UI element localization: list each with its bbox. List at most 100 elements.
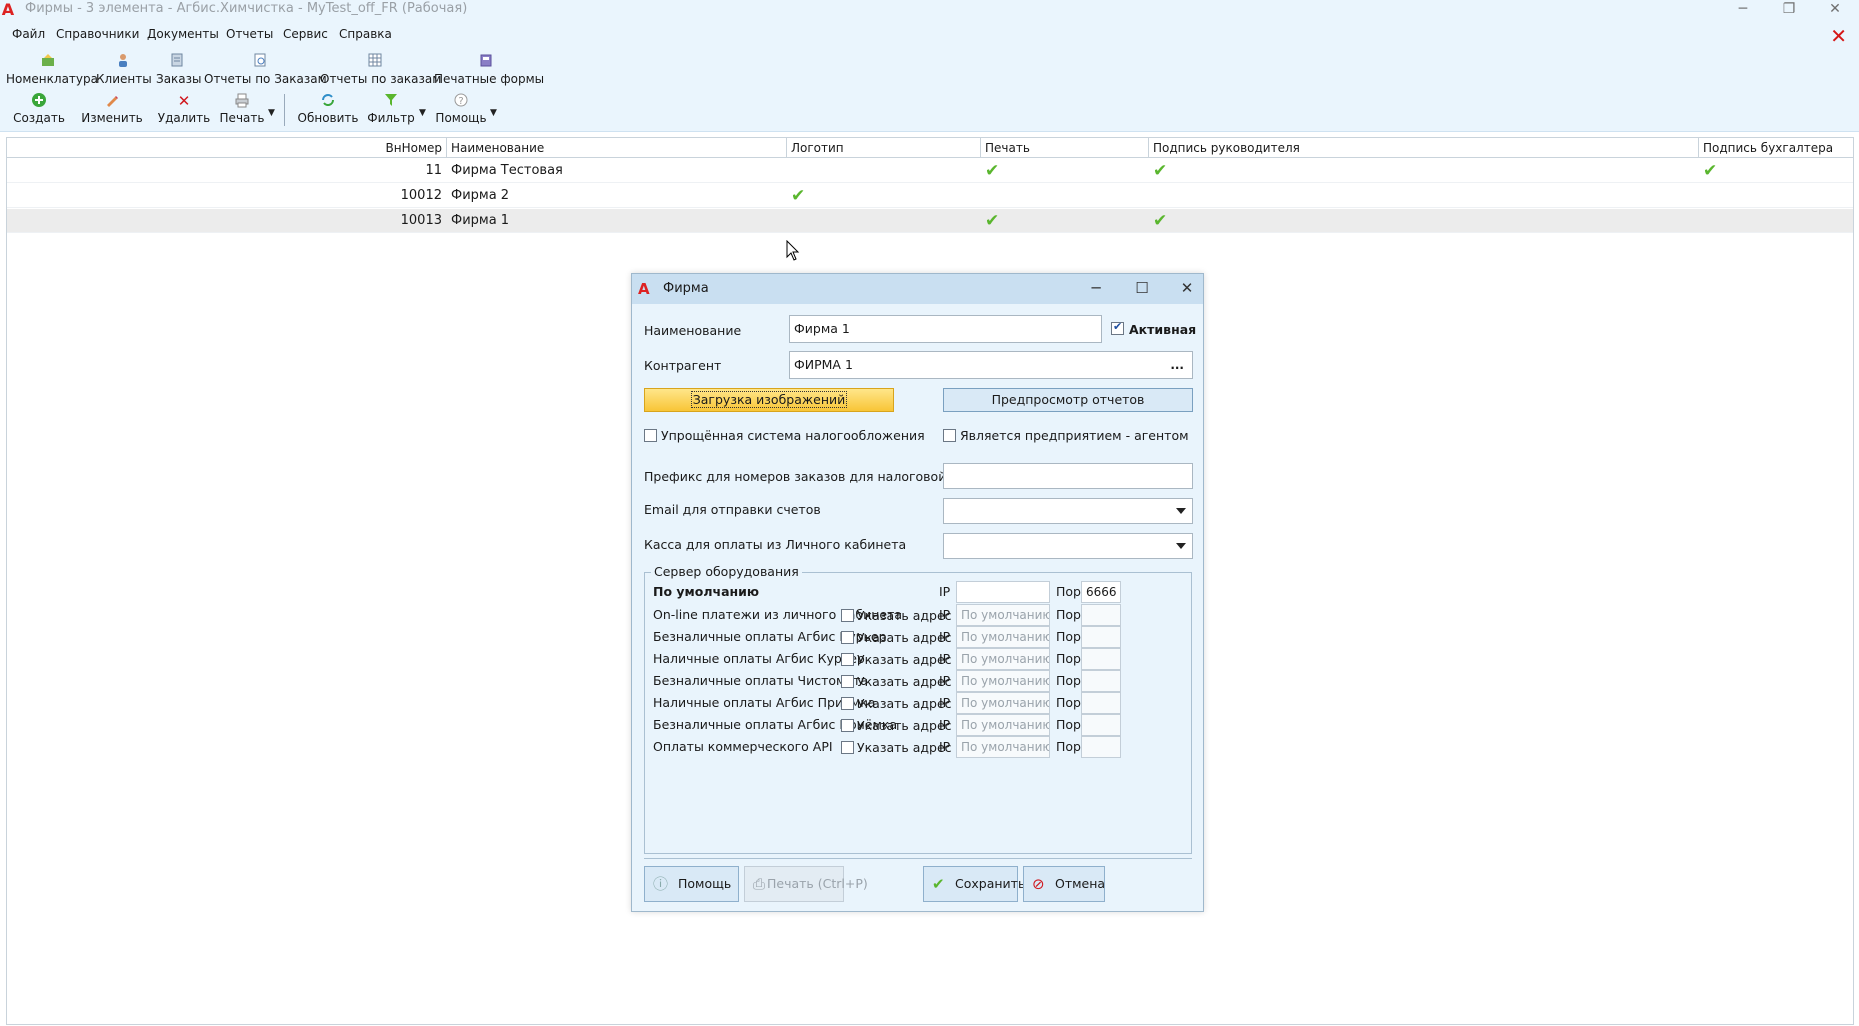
filter-dropdown-icon[interactable]: ▼ [419, 108, 429, 118]
cell-name: Фирма 2 [451, 188, 510, 203]
nav-order-reports-table-button[interactable]: Отчеты по заказам [320, 50, 441, 88]
ip-input[interactable]: По умолчанию [956, 626, 1050, 648]
close-window-button[interactable]: ✕ [1812, 0, 1858, 20]
equipment-row: Безналичные оплаты Агбис Курьер Указать а… [645, 626, 1191, 648]
preview-reports-button[interactable]: Предпросмотр отчетов [943, 388, 1193, 412]
cancel-forbidden-icon: ⊘ [1032, 875, 1045, 893]
port-input[interactable] [1081, 736, 1121, 758]
specify-address-checkbox[interactable] [841, 741, 854, 754]
specify-address-checkbox[interactable] [841, 719, 854, 732]
nav-nomenclature-button[interactable]: Номенклатура [6, 50, 98, 88]
active-checkbox[interactable] [1111, 320, 1124, 335]
svg-text:?: ? [458, 96, 463, 107]
port-input[interactable] [1081, 714, 1121, 736]
prefix-input[interactable] [943, 463, 1193, 489]
table-row[interactable]: 11 Фирма Тестовая ✔ ✔ ✔ [7, 159, 1853, 183]
port-input[interactable] [1081, 626, 1121, 648]
column-header-stamp[interactable]: Печать [981, 138, 1149, 158]
specify-address-checkbox[interactable] [841, 675, 854, 688]
menu-directories[interactable]: Справочники [56, 27, 139, 41]
load-images-button[interactable]: Загрузка изображений [644, 388, 894, 412]
column-header-name[interactable]: Наименование [447, 138, 787, 158]
nav-clients-button[interactable]: Клиенты [96, 50, 152, 88]
nav-print-forms-button[interactable]: Печатные формы [434, 50, 544, 88]
print-dropdown-icon[interactable]: ▼ [268, 108, 278, 118]
menu-documents[interactable]: Документы [147, 27, 219, 41]
table-row[interactable]: 10013 Фирма 1 ✔ ✔ [7, 209, 1853, 233]
port-input[interactable] [1081, 670, 1121, 692]
check-mark-icon: ✔ [1703, 161, 1718, 181]
help-button[interactable]: ? Помощь [432, 90, 490, 130]
nav-clients-label: Клиенты [96, 72, 152, 86]
specify-address-checkbox[interactable] [841, 653, 854, 666]
dialog-print-button[interactable]: ⎙ Печать (Ctrl+P) [744, 866, 868, 902]
specify-address-checkbox[interactable] [841, 697, 854, 710]
menu-help[interactable]: Справка [339, 27, 392, 41]
dialog-close-button[interactable]: ✕ [1172, 277, 1202, 301]
restore-button[interactable]: ❐ [1766, 0, 1812, 20]
dialog-app-icon: A [638, 280, 650, 298]
ip-input[interactable]: По умолчанию [956, 648, 1050, 670]
counterparty-input[interactable]: ФИРМА 1 ... [789, 351, 1193, 379]
cancel-button[interactable]: ⊘ Отмена [1023, 866, 1105, 902]
column-header-accountant-sign[interactable]: Подпись бухгалтера [1699, 138, 1854, 158]
edit-button[interactable]: Изменить [80, 90, 144, 130]
specify-address-checkbox[interactable] [841, 609, 854, 622]
cash-select[interactable] [943, 533, 1193, 559]
specify-address-checkbox[interactable] [841, 631, 854, 644]
column-header-num[interactable]: ВнНомер [7, 138, 447, 158]
cell-logo: ✔ [787, 184, 981, 208]
cash-dropdown-arrow-icon[interactable] [1176, 543, 1186, 549]
ip-input[interactable]: По умолчанию [956, 670, 1050, 692]
menu-service[interactable]: Сервис [283, 27, 328, 41]
edit-label: Изменить [81, 111, 143, 125]
ip-label: IP [939, 629, 951, 644]
cell-accountant-sign: ✔ [1699, 159, 1854, 183]
printer-icon [216, 92, 268, 110]
filter-button[interactable]: Фильтр [366, 90, 416, 130]
default-ip-input[interactable] [956, 581, 1050, 603]
port-input[interactable] [1081, 648, 1121, 670]
minimize-button[interactable]: ─ [1720, 0, 1766, 20]
default-port-input[interactable]: 6666 [1081, 581, 1121, 603]
nav-order-reports-button[interactable]: Отчеты по Заказам [204, 50, 327, 88]
email-select[interactable] [943, 498, 1193, 524]
create-button[interactable]: Создать [10, 90, 68, 130]
table-row[interactable]: 10012 Фирма 2 ✔ [7, 184, 1853, 208]
cell-name: Фирма Тестовая [451, 163, 563, 178]
print-label: Печать [219, 111, 265, 125]
cell-stamp [981, 184, 1149, 208]
counterparty-browse-button[interactable]: ... [1170, 352, 1184, 378]
ip-input[interactable]: По умолчанию [956, 692, 1050, 714]
ip-input[interactable]: По умолчанию [956, 736, 1050, 758]
name-input[interactable]: Фирма 1 [789, 315, 1102, 343]
ip-label: IP [939, 739, 951, 754]
delete-button[interactable]: ✕ Удалить [156, 90, 212, 130]
is-agent-checkbox[interactable] [943, 429, 956, 442]
refresh-button[interactable]: Обновить [296, 90, 360, 130]
equipment-row: Безналичные оплаты Агбис Приёмка Указать … [645, 714, 1191, 736]
help-dropdown-icon[interactable]: ▼ [490, 108, 500, 118]
ip-input[interactable]: По умолчанию [956, 604, 1050, 626]
dialog-help-button[interactable]: ⓘ Помощь [644, 866, 739, 902]
specify-address-label: Указать адрес [857, 718, 952, 733]
column-header-director-sign[interactable]: Подпись руководителя [1149, 138, 1699, 158]
close-document-icon[interactable]: ✕ [1830, 24, 1847, 48]
menu-reports[interactable]: Отчеты [226, 27, 273, 41]
column-header-logo[interactable]: Логотип [787, 138, 981, 158]
email-dropdown-arrow-icon[interactable] [1176, 508, 1186, 514]
order-reports-icon [204, 52, 316, 72]
check-mark-icon: ✔ [1153, 161, 1168, 181]
nav-orders-button[interactable]: Заказы [156, 50, 202, 88]
dialog-maximize-icon[interactable]: ☐ [1127, 277, 1157, 301]
port-input[interactable] [1081, 604, 1121, 626]
port-input[interactable] [1081, 692, 1121, 714]
menu-file[interactable]: Файл [12, 27, 45, 41]
ip-input[interactable]: По умолчанию [956, 714, 1050, 736]
simplified-tax-checkbox[interactable] [644, 429, 657, 442]
cell-accountant-sign [1699, 209, 1854, 233]
print-button[interactable]: Печать [216, 90, 268, 130]
save-button[interactable]: ✔ Сохранить [923, 866, 1025, 902]
refresh-icon [296, 92, 360, 110]
dialog-minimize-button[interactable]: ─ [1081, 277, 1111, 301]
